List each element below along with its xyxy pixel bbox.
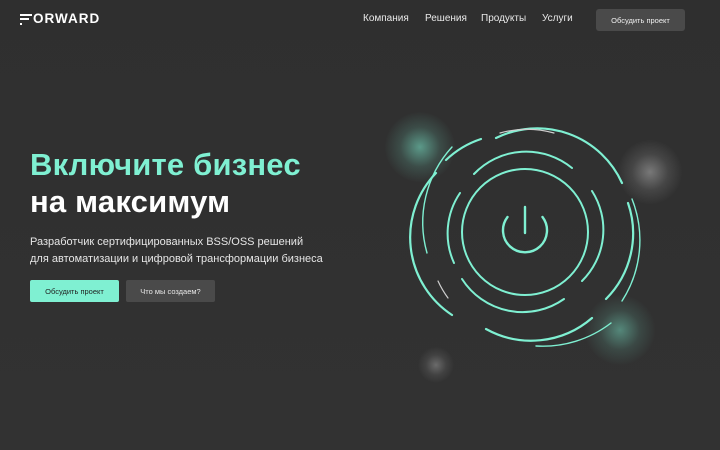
ring-arc bbox=[604, 201, 635, 301]
ring-arc bbox=[581, 190, 605, 282]
nav-item-company[interactable]: Компания bbox=[363, 13, 409, 25]
ring-arc bbox=[444, 137, 483, 162]
hero-subtitle: Разработчик сертифицированных BSS/OSS ре… bbox=[30, 234, 323, 267]
ring-arc-thin bbox=[535, 322, 612, 347]
ring-arc bbox=[473, 150, 573, 175]
hero-title-line-accent: Включите бизнес bbox=[30, 147, 301, 182]
nav-item-services[interactable]: Услуги bbox=[542, 13, 573, 25]
hero-subtitle-line: Разработчик сертифицированных BSS/OSS ре… bbox=[30, 236, 304, 248]
ring-arc bbox=[446, 192, 461, 264]
ring-arc bbox=[494, 127, 624, 185]
hero-title-line-white: на максимум bbox=[30, 184, 231, 219]
ring-arc-light bbox=[437, 280, 449, 299]
nav-item-solutions[interactable]: Решения bbox=[425, 13, 467, 25]
landing-page: ORWARD Компания Решения Продукты Услуги … bbox=[0, 0, 720, 450]
nav-item-products[interactable]: Продукты bbox=[481, 13, 526, 25]
logo-f-icon bbox=[20, 13, 32, 25]
hero-title: Включите бизнес на максимум bbox=[30, 146, 301, 220]
logo-text: ORWARD bbox=[33, 11, 101, 26]
power-icon bbox=[501, 205, 549, 254]
ring-arc bbox=[484, 316, 594, 342]
header-discuss-button[interactable]: Обсудить проект bbox=[596, 9, 685, 31]
hero-subtitle-line: для автоматизации и цифровой трансформац… bbox=[30, 252, 323, 265]
power-rings-illustration bbox=[409, 127, 641, 347]
discuss-project-button[interactable]: Обсудить проект bbox=[30, 280, 119, 302]
ring-arc bbox=[461, 278, 565, 314]
what-we-create-button[interactable]: Что мы создаем? bbox=[126, 280, 215, 302]
logo[interactable]: ORWARD bbox=[20, 12, 100, 26]
